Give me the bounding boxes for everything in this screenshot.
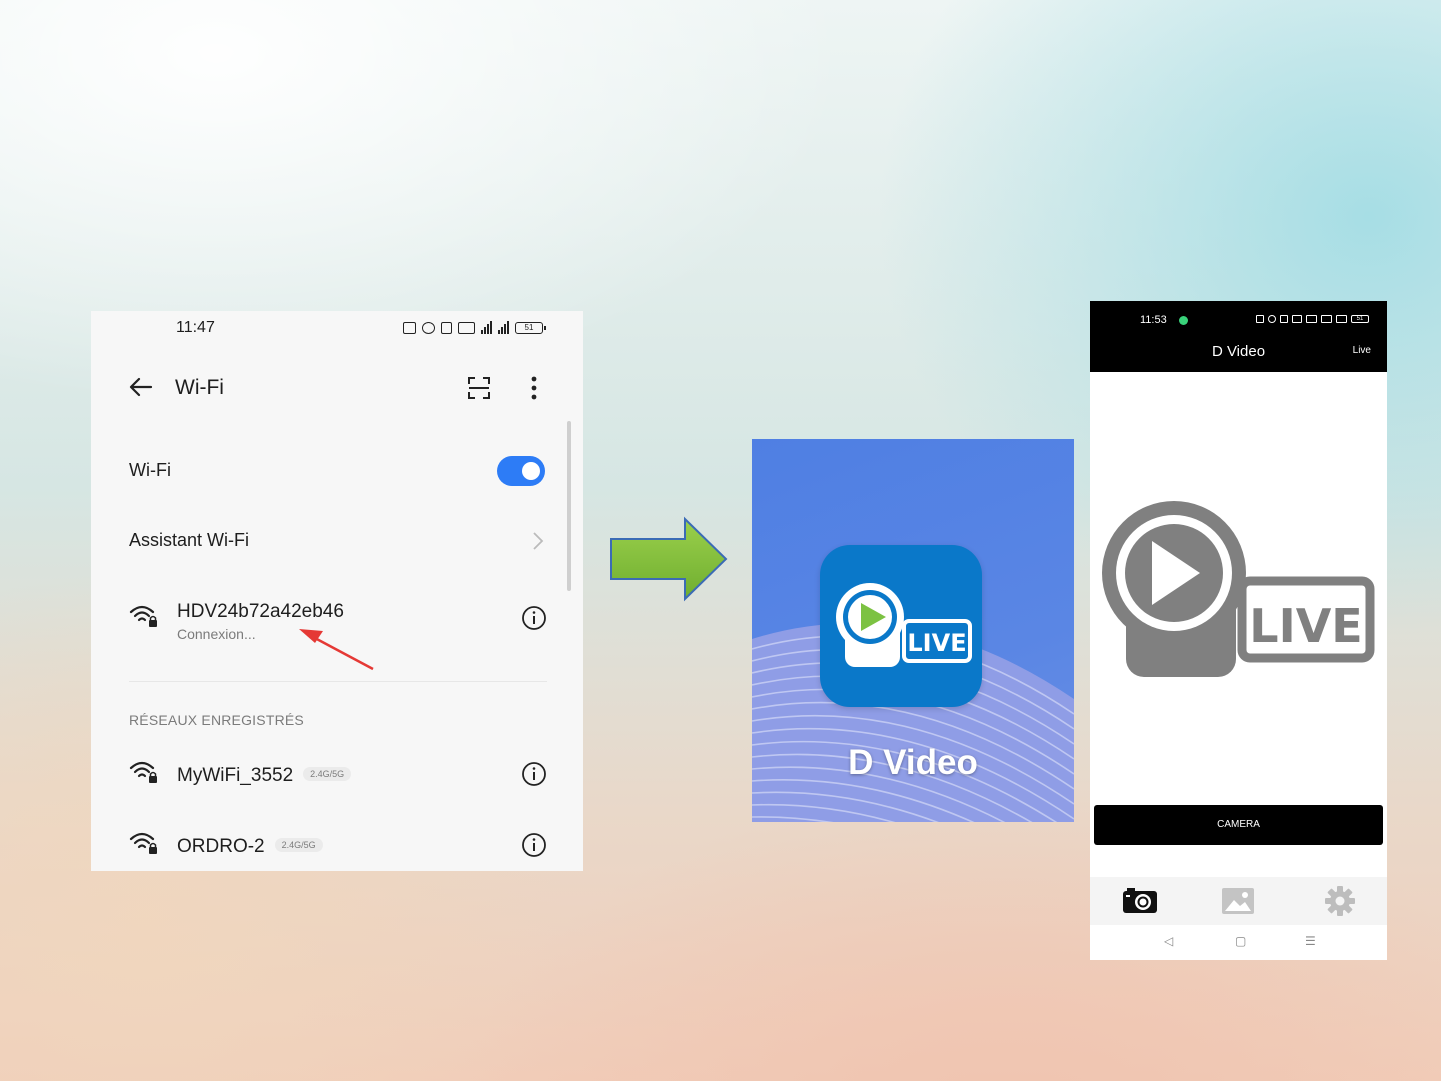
scrollbar[interactable] [567,421,571,591]
saved-networks-heading: RÉSEAUX ENREGISTRÉS [129,712,304,728]
d-video-app-screen: 11:53 51 D Video Live LIVE CAMERA ◁ ▢ ☰ [1090,301,1387,960]
icon-live-badge: LIVE [907,629,966,657]
wifi-settings-screenshot: 11:47 51 Wi-Fi Wi-Fi Assistant Wi-Fi HDV… [91,311,583,871]
hd-icon [1306,315,1317,323]
battery-icon: 51 [515,321,546,334]
nav-home-button[interactable]: ▢ [1235,934,1246,948]
wifi-toggle-label: Wi-Fi [129,460,171,480]
live-button[interactable]: Live [1353,345,1371,356]
status-time: 11:47 [176,319,215,336]
alarm-icon [422,321,435,334]
wifi-toggle-row[interactable]: Wi-Fi [129,456,545,486]
red-pointer-arrow [299,629,374,671]
network-status: Connexion... [177,626,256,642]
gallery-tab-icon[interactable] [1220,885,1256,917]
status-icons: 51 [1256,315,1369,323]
app-icon-tile: LIVE D Video [752,439,1074,822]
settings-gear-icon[interactable] [1322,885,1358,917]
wifi-icon [1292,315,1302,323]
info-icon[interactable] [521,605,547,631]
nfc-icon [1256,315,1264,323]
band-badge: 2.4G/5G [274,837,323,852]
app-title: D Video [1211,343,1266,360]
network-item-saved[interactable]: MyWiFi_3552 2.4G/5G [129,751,547,799]
status-bar: 11:47 51 [176,319,546,339]
status-bar: 11:53 51 [1140,314,1369,326]
back-arrow-icon[interactable] [127,373,155,401]
system-nav-bar: ◁ ▢ ☰ [1090,925,1387,960]
signal-icon [481,321,492,334]
vibrate-icon [441,321,452,334]
qr-scan-icon[interactable] [466,375,492,401]
live-play-logo-icon: LIVE [836,583,972,667]
page-title: Wi-Fi [175,376,224,399]
bottom-tab-bar [1090,877,1387,925]
nav-menu-button[interactable]: ☰ [1305,934,1316,948]
info-icon[interactable] [521,832,547,858]
signal-icon [1336,315,1347,323]
vibrate-icon [1280,315,1288,323]
network-name-row: ORDRO-2 2.4G/5G [177,836,323,858]
wifi-header: Wi-Fi [91,371,583,405]
network-name-row: MyWiFi_3552 2.4G/5G [177,765,352,787]
battery-icon: 51 [1351,315,1369,323]
app-top-bar: 11:53 51 D Video Live [1090,301,1387,372]
network-item-saved[interactable]: ORDRO-2 2.4G/5G [129,822,547,870]
live-play-logo-icon: LIVE [1102,501,1375,677]
logo-live-badge: LIVE [1249,599,1362,653]
signal-icon [498,321,509,334]
d-video-app-icon[interactable]: LIVE [820,545,982,707]
status-icons: 51 [403,321,546,334]
status-time: 11:53 [1140,314,1167,326]
wifi-lock-icon [129,605,157,627]
wifi-lock-icon [129,761,157,783]
signal-icon [1321,315,1332,323]
network-name: ORDRO-2 [177,836,265,857]
chevron-right-icon [533,532,544,550]
green-arrow-right-icon [610,516,728,602]
camera-tab-icon[interactable] [1122,885,1158,917]
band-badge: 2.4G/5G [303,766,352,781]
nav-back-button[interactable]: ◁ [1164,934,1173,948]
wifi-toggle-switch[interactable] [497,456,545,486]
app-name-label: D Video [848,743,978,782]
nfc-icon [403,321,416,334]
more-options-icon[interactable] [523,375,545,401]
wifi-lock-icon [129,832,157,854]
hd-icon [458,321,475,334]
network-name: MyWiFi_3552 [177,765,294,786]
camera-button[interactable]: CAMERA [1094,805,1383,845]
alarm-icon [1268,315,1276,323]
assistant-wifi-label: Assistant Wi-Fi [129,530,250,550]
info-icon[interactable] [521,761,547,787]
assistant-wifi-row[interactable]: Assistant Wi-Fi [129,526,545,556]
notification-dot-icon [1179,316,1188,325]
divider [129,681,547,682]
